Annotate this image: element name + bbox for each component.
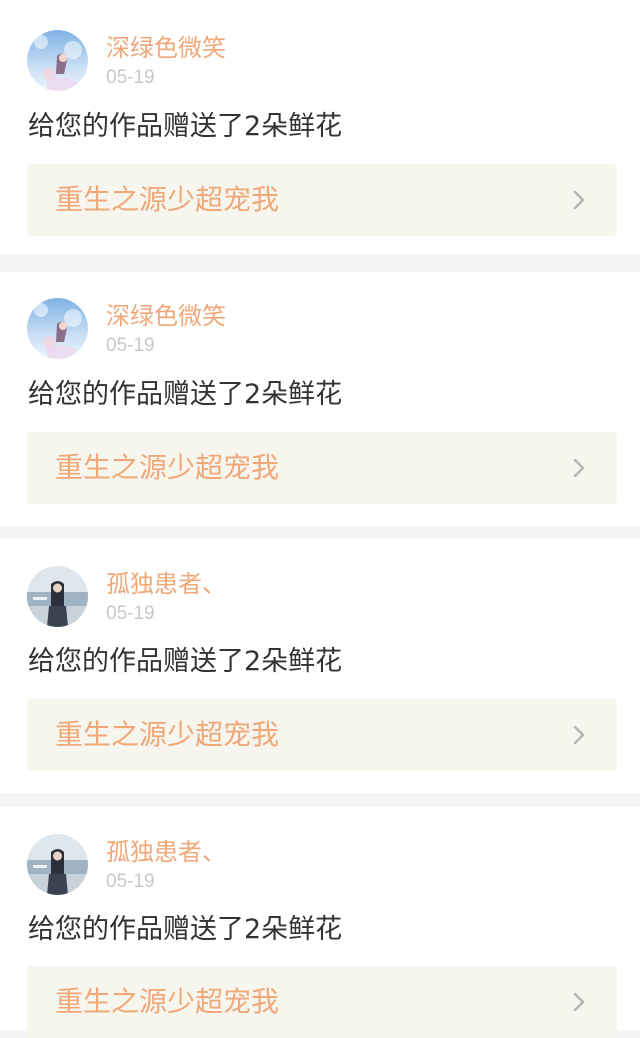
user-avatar[interactable] (27, 834, 88, 895)
work-title: 重生之源少超宠我 (55, 718, 280, 751)
user-avatar[interactable] (27, 298, 88, 359)
chevron-right-icon (569, 190, 589, 210)
notification-card: 深绿色微笑 05-19 给您的作品赠送了2朵鲜花 重生之源少超宠我 (0, 272, 640, 526)
work-link[interactable]: 重生之源少超宠我 (27, 699, 617, 771)
work-title: 重生之源少超宠我 (55, 451, 280, 484)
timestamp: 05-19 (106, 67, 155, 88)
gift-message: 给您的作品赠送了2朵鲜花 (28, 379, 343, 410)
username[interactable]: 孤独患者、 (106, 837, 226, 867)
chevron-right-icon (569, 725, 589, 745)
user-avatar[interactable] (27, 30, 88, 91)
work-link[interactable]: 重生之源少超宠我 (27, 966, 617, 1038)
user-avatar[interactable] (27, 566, 88, 627)
notification-card: 孤独患者、 05-19 给您的作品赠送了2朵鲜花 重生之源少超宠我 (0, 807, 640, 1038)
girl-waterside-avatar-icon (27, 566, 88, 627)
timestamp: 05-19 (106, 335, 155, 356)
anime-girl-sky-avatar-icon (27, 298, 88, 359)
timestamp: 05-19 (106, 603, 155, 624)
username[interactable]: 孤独患者、 (106, 569, 226, 599)
chevron-right-icon (569, 458, 589, 478)
username[interactable]: 深绿色微笑 (106, 33, 226, 63)
gift-message: 给您的作品赠送了2朵鲜花 (28, 914, 343, 945)
work-link[interactable]: 重生之源少超宠我 (27, 432, 617, 504)
notification-card: 深绿色微笑 05-19 给您的作品赠送了2朵鲜花 重生之源少超宠我 (0, 0, 640, 254)
notification-card: 孤独患者、 05-19 给您的作品赠送了2朵鲜花 重生之源少超宠我 (0, 539, 640, 793)
work-title: 重生之源少超宠我 (55, 985, 280, 1018)
work-title: 重生之源少超宠我 (55, 183, 280, 216)
gift-notification-feed: 深绿色微笑 05-19 给您的作品赠送了2朵鲜花 重生之源少超宠我 深绿色微笑 … (0, 0, 640, 1038)
chevron-right-icon (569, 992, 589, 1012)
work-link[interactable]: 重生之源少超宠我 (27, 164, 617, 236)
gift-message: 给您的作品赠送了2朵鲜花 (28, 111, 343, 142)
username[interactable]: 深绿色微笑 (106, 301, 226, 331)
girl-waterside-avatar-icon (27, 834, 88, 895)
timestamp: 05-19 (106, 871, 155, 892)
anime-girl-sky-avatar-icon (27, 30, 88, 91)
gift-message: 给您的作品赠送了2朵鲜花 (28, 646, 343, 677)
